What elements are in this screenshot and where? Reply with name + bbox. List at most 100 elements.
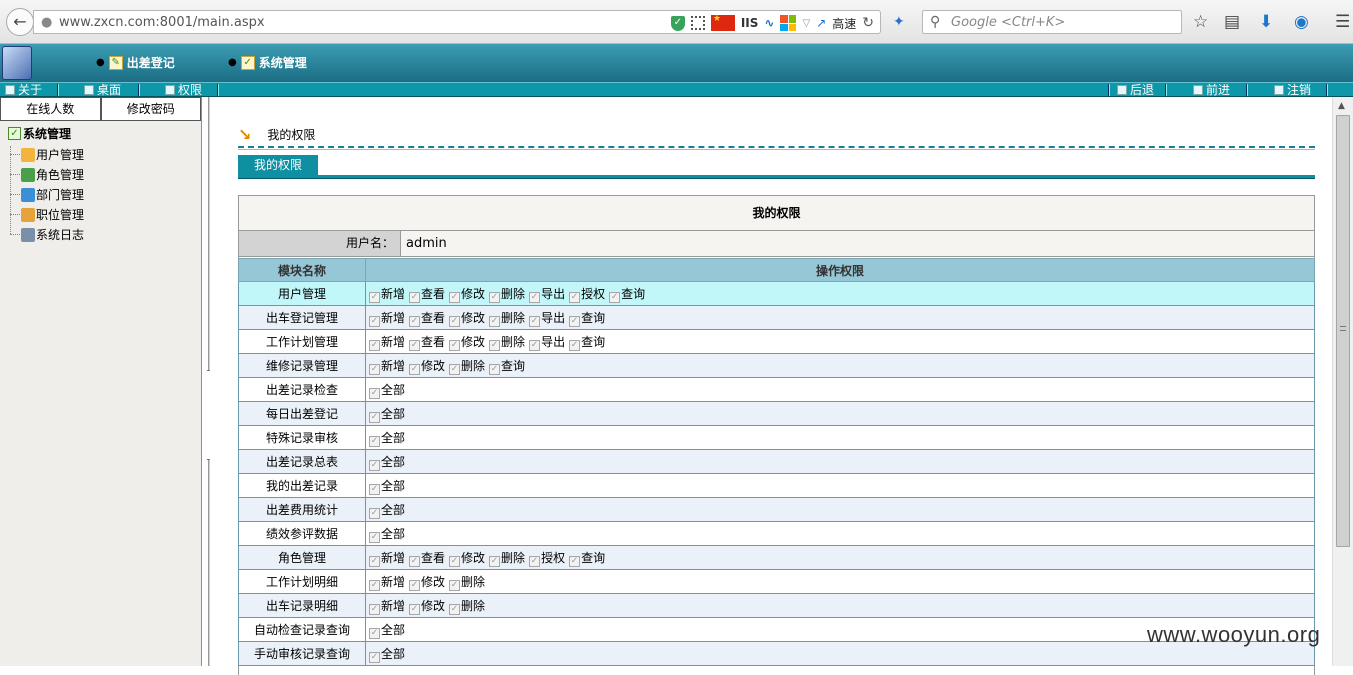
permissions-table: 模块名称 操作权限 用户管理 ✓ 新增 ✓ 查看 ✓ 修改 ✓ 删除 ✓ 导出 ✓ 授权 ✓ 查询 出车登记管… <box>238 258 1315 666</box>
module-name-cell: 工作计划明细 <box>238 569 366 594</box>
menu-icon[interactable]: ☰ <box>1335 12 1350 32</box>
permission-checkbox[interactable]: ✓ <box>409 291 421 303</box>
scroll-up-arrow-icon[interactable]: ▲ <box>1338 101 1345 111</box>
sidebar-item-roles[interactable]: 角色管理 <box>10 166 84 183</box>
permission-checkbox[interactable]: ✓ <box>529 291 541 303</box>
permission-checkbox[interactable]: ✓ <box>409 363 421 375</box>
nav-system-admin[interactable]: ● ✓ 系统管理 <box>228 54 307 71</box>
search-box[interactable]: ⚲ Google <Ctrl+K> <box>922 10 1182 34</box>
toolbar-forward[interactable]: 前进 <box>1193 83 1230 97</box>
url-text[interactable]: www.zxcn.com:8001/main.aspx <box>59 15 265 30</box>
permission-option: ✓ 修改 <box>449 551 485 567</box>
permission-checkbox[interactable]: ✓ <box>369 435 380 447</box>
address-bar[interactable]: ● www.zxcn.com:8001/main.aspx ✓ ★ IIS ∿ … <box>33 10 881 34</box>
permission-option: ✓ 查看 <box>409 287 445 303</box>
permission-checkbox[interactable]: ✓ <box>449 579 461 591</box>
star-icon[interactable]: ☆ <box>1193 12 1208 32</box>
permission-checkbox[interactable]: ✓ <box>449 603 461 615</box>
permission-checkbox[interactable]: ✓ <box>489 363 501 375</box>
sidebar-item-departments[interactable]: 部门管理 <box>10 186 84 203</box>
nav-travel-register[interactable]: ● ✎ 出差登记 <box>96 54 175 71</box>
permission-checkbox[interactable]: ✓ <box>409 555 421 567</box>
permission-checkbox[interactable]: ✓ <box>569 315 581 327</box>
operations-cell: ✓ 全部 <box>365 449 1315 474</box>
permission-checkbox[interactable]: ✓ <box>369 627 380 639</box>
reading-list-icon[interactable]: ▤ <box>1224 12 1240 32</box>
tree-branch <box>10 154 20 155</box>
permission-checkbox[interactable]: ✓ <box>489 291 501 303</box>
breadcrumb: ↘ 我的权限 <box>238 125 315 144</box>
permission-checkbox[interactable]: ✓ <box>569 339 581 351</box>
permission-checkbox[interactable]: ✓ <box>369 579 380 591</box>
nav-label: 系统管理 <box>258 56 307 70</box>
table-row: 维修记录管理 ✓ 新增 ✓ 修改 ✓ 删除 ✓ 查询 <box>238 353 1315 378</box>
username-row: 用户名： admin <box>239 231 1314 257</box>
qr-code-icon[interactable] <box>690 16 705 30</box>
permission-checkbox[interactable]: ✓ <box>369 315 380 327</box>
search-placeholder[interactable]: Google <Ctrl+K> <box>951 15 1065 30</box>
toolbar-back[interactable]: 后退 <box>1117 83 1154 97</box>
permission-checkbox[interactable]: ✓ <box>489 555 501 567</box>
toolbar-permissions[interactable]: 权限 <box>165 83 202 97</box>
operations-cell: ✓ 新增 ✓ 查看 ✓ 修改 ✓ 删除 ✓ 导出 ✓ 授权 ✓ 查询 <box>365 281 1315 306</box>
permission-checkbox[interactable]: ✓ <box>449 555 461 567</box>
tab-online-users[interactable]: 在线人数 <box>0 97 101 121</box>
refresh-icon[interactable]: ↻ <box>862 15 874 31</box>
tree-root-system-admin[interactable]: ✓ 系统管理 <box>8 125 71 142</box>
permission-checkbox[interactable]: ✓ <box>369 363 380 375</box>
permission-checkbox[interactable]: ✓ <box>369 291 380 303</box>
download-icon[interactable]: ⬇ <box>1259 12 1273 32</box>
permission-checkbox[interactable]: ✓ <box>569 291 581 303</box>
permission-checkbox[interactable]: ✓ <box>409 339 421 351</box>
page-scrollbar[interactable]: ▲ <box>1332 97 1353 666</box>
sidebar-item-positions[interactable]: 职位管理 <box>10 206 84 223</box>
key-icon <box>165 85 175 95</box>
scroll-thumb[interactable] <box>1336 115 1350 547</box>
permission-checkbox[interactable]: ✓ <box>369 459 380 471</box>
permission-checkbox[interactable]: ✓ <box>489 339 501 351</box>
permission-checkbox[interactable]: ✓ <box>449 315 461 327</box>
permission-label: 新增 <box>381 286 406 301</box>
bird-addon-icon[interactable]: ✦ <box>893 14 905 30</box>
back-arrow-icon[interactable]: ← <box>6 8 34 36</box>
permission-checkbox[interactable]: ✓ <box>369 651 380 663</box>
permission-checkbox[interactable]: ✓ <box>369 339 380 351</box>
permission-checkbox[interactable]: ✓ <box>529 315 541 327</box>
permission-checkbox[interactable]: ✓ <box>369 603 380 615</box>
shield-icon[interactable]: ✓ <box>670 15 685 31</box>
permission-checkbox[interactable]: ✓ <box>369 555 380 567</box>
position-icon <box>21 207 35 222</box>
tab-my-permissions[interactable]: 我的权限 <box>238 155 318 175</box>
breadcrumb-label: 我的权限 <box>267 128 316 142</box>
tab-change-password[interactable]: 修改密码 <box>100 97 201 121</box>
permission-checkbox[interactable]: ✓ <box>449 291 461 303</box>
permission-checkbox[interactable]: ✓ <box>489 315 501 327</box>
toolbar-about[interactable]: 关于 <box>5 83 42 97</box>
permission-checkbox[interactable]: ✓ <box>369 483 380 495</box>
toolbar-logout[interactable]: 注销 <box>1274 83 1311 97</box>
permission-checkbox[interactable]: ✓ <box>369 507 380 519</box>
module-name-cell: 自动检查记录查询 <box>238 617 366 642</box>
permission-checkbox[interactable]: ✓ <box>529 555 541 567</box>
sidebar-item-users[interactable]: 用户管理 <box>10 146 84 163</box>
permission-checkbox[interactable]: ✓ <box>369 387 380 399</box>
separator <box>1108 84 1110 96</box>
permission-checkbox[interactable]: ✓ <box>409 315 421 327</box>
permission-checkbox[interactable]: ✓ <box>529 339 541 351</box>
permission-checkbox[interactable]: ✓ <box>609 291 621 303</box>
operations-cell: ✓ 新增 ✓ 查看 ✓ 修改 ✓ 删除 ✓ 授权 ✓ 查询 <box>365 545 1315 570</box>
tree-branch <box>10 174 20 175</box>
permission-checkbox[interactable]: ✓ <box>449 339 461 351</box>
addon-icon[interactable]: ◉ <box>1294 12 1309 32</box>
permission-checkbox[interactable]: ✓ <box>409 603 421 615</box>
toolbar-desktop[interactable]: 桌面 <box>84 83 121 97</box>
permission-checkbox[interactable]: ✓ <box>569 555 581 567</box>
permission-checkbox[interactable]: ✓ <box>409 579 421 591</box>
permission-checkbox[interactable]: ✓ <box>449 363 461 375</box>
operations-cell: ✓ 全部 <box>365 497 1315 522</box>
sidebar-item-system-log[interactable]: 系统日志 <box>10 226 84 243</box>
permission-checkbox[interactable]: ✓ <box>369 531 380 543</box>
toolbar-label: 后退 <box>1130 83 1155 97</box>
dropdown-icon[interactable]: ▽ <box>802 18 810 29</box>
permission-checkbox[interactable]: ✓ <box>369 411 380 423</box>
